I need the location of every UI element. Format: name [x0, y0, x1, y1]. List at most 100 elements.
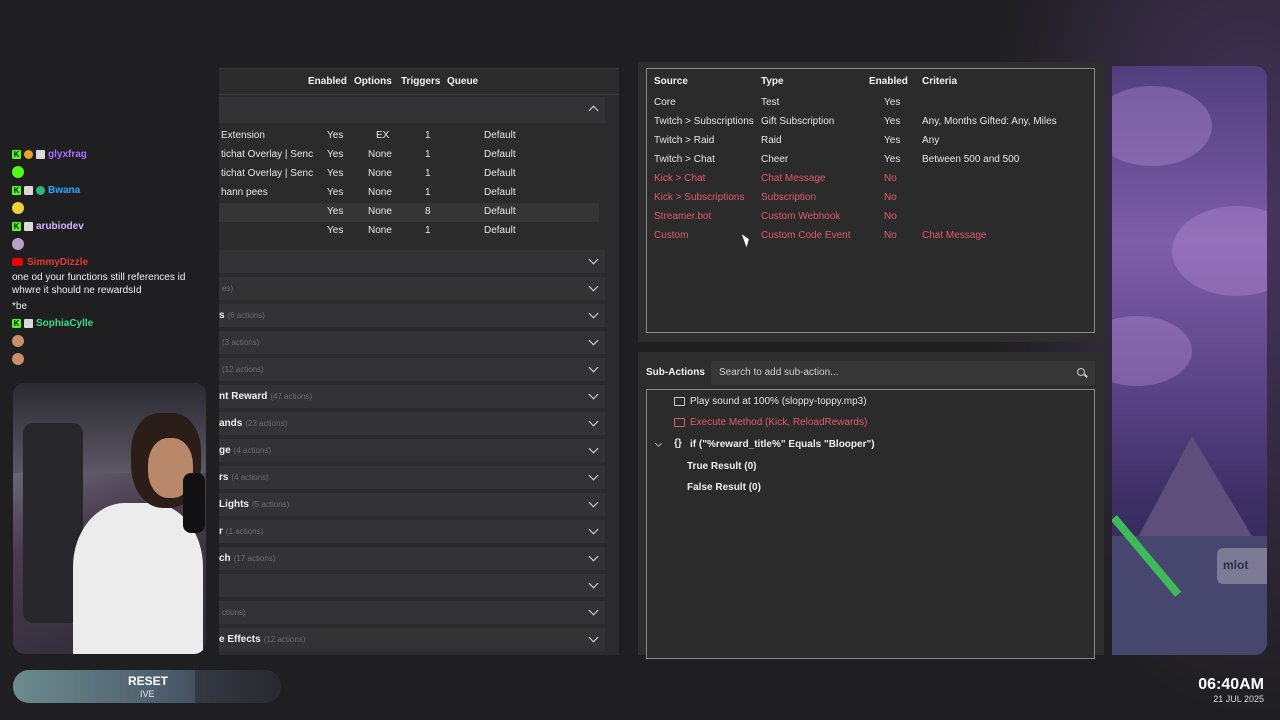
action-row[interactable]: hann pees Yes None 1 Default [219, 184, 599, 203]
chat-username: arubiodev [36, 220, 84, 232]
action-row[interactable]: tichat Overlay | Senc Yes None 1 Default [219, 165, 599, 184]
sub-action-if[interactable]: {} if ("%reward_title%" Equals "Blooper"… [647, 435, 1094, 455]
chevron-up-icon[interactable] [588, 105, 599, 116]
emote-icon [12, 353, 24, 365]
chevron-down-icon[interactable] [654, 439, 663, 448]
sub-badge-icon [36, 149, 45, 159]
trigger-row[interactable]: Twitch > Raid Raid Yes Any [647, 132, 1094, 151]
chevron-down-icon[interactable] [588, 497, 599, 508]
sub-action-item[interactable]: Play sound at 100% (sloppy-toppy.mp3) [647, 392, 1094, 412]
chat-username: Bwana [48, 184, 81, 196]
action-group[interactable] [219, 250, 605, 274]
reset-widget: RESET IVE [13, 670, 281, 703]
trigger-row-disabled[interactable]: Custom Custom Code Event No Chat Message [647, 227, 1094, 246]
chevron-down-icon[interactable] [588, 551, 599, 562]
sub-actions-list: Play sound at 100% (sloppy-toppy.mp3) Ex… [646, 389, 1095, 659]
group-header-expanded[interactable] [219, 97, 605, 123]
action-group[interactable]: r (1 actions) [219, 520, 605, 544]
trigger-row[interactable]: Twitch > Chat Cheer Yes Between 500 and … [647, 151, 1094, 170]
chat-message: one od your functions still references i… [12, 272, 186, 283]
chevron-down-icon[interactable] [588, 335, 599, 346]
braces-icon: {} [674, 438, 682, 449]
action-row[interactable]: Extension Yes EX 1 Default [219, 127, 599, 146]
action-group[interactable]: ch (17 actions) [219, 547, 605, 571]
column-enabled[interactable]: Enabled [869, 76, 908, 87]
chat-message: *be [12, 301, 28, 312]
action-row[interactable]: Yes None 1 Default [219, 222, 599, 241]
chevron-down-icon[interactable] [588, 254, 599, 265]
game-sign: mlot [1217, 548, 1267, 584]
column-criteria[interactable]: Criteria [922, 76, 957, 87]
chevron-down-icon[interactable] [588, 632, 599, 643]
reset-label: RESET [128, 674, 169, 688]
sub-badge-icon [24, 318, 33, 328]
action-group[interactable]: (12 actions) [219, 358, 605, 382]
chat-username: SimmyDizzle [27, 256, 89, 268]
chevron-down-icon[interactable] [588, 470, 599, 481]
reset-sublabel: IVE [140, 689, 155, 699]
column-type[interactable]: Type [761, 76, 784, 87]
chevron-down-icon[interactable] [588, 524, 599, 535]
action-row[interactable]: tichat Overlay | Senc Yes None 1 Default [219, 146, 599, 165]
action-group[interactable]: nt Reward (47 actions) [219, 385, 605, 409]
chevron-down-icon[interactable] [588, 308, 599, 319]
kick-badge-icon: K [12, 221, 21, 231]
youtube-icon [12, 258, 23, 266]
method-icon [674, 418, 685, 427]
kick-badge-icon: K [12, 185, 21, 195]
clock-widget: 06:40AM 21 JUL 2025 [1198, 676, 1264, 704]
actions-panel: Enabled Options Triggers Queue Extension… [219, 68, 619, 655]
emote-icon [12, 202, 24, 214]
sub-actions-title: Sub-Actions [646, 367, 705, 378]
chat-line [12, 163, 212, 181]
search-placeholder: Search to add sub-action... [719, 367, 839, 378]
column-triggers[interactable]: Triggers [401, 76, 440, 87]
microphone-icon [183, 473, 205, 533]
game-cloud [1172, 206, 1267, 296]
action-group[interactable]: Lights (5 actions) [219, 493, 605, 517]
action-group[interactable]: es) [219, 277, 605, 301]
action-group[interactable]: rs (4 actions) [219, 466, 605, 490]
kick-badge-icon: K [12, 318, 21, 328]
game-cloud [1112, 316, 1192, 386]
action-group[interactable]: s (6 actions) [219, 304, 605, 328]
search-icon[interactable] [1077, 368, 1085, 376]
column-enabled[interactable]: Enabled [308, 76, 347, 87]
chevron-down-icon[interactable] [588, 389, 599, 400]
action-group[interactable] [219, 574, 605, 598]
chevron-down-icon[interactable] [588, 281, 599, 292]
sub-action-false-result[interactable]: False Result (0) [647, 478, 1094, 498]
action-group[interactable]: e Effects (12 actions) [219, 628, 605, 652]
sub-badge-icon [24, 221, 33, 231]
chat-line [12, 199, 212, 217]
chat-username: glyxfrag [48, 148, 87, 160]
chevron-down-icon[interactable] [588, 416, 599, 427]
chevron-down-icon[interactable] [588, 362, 599, 373]
clock-time: 06:40AM [1198, 676, 1264, 693]
chevron-down-icon[interactable] [588, 578, 599, 589]
action-row-selected[interactable]: Yes None 8 Default [219, 203, 599, 222]
action-group[interactable]: ands (23 actions) [219, 412, 605, 436]
column-source[interactable]: Source [654, 76, 688, 87]
trigger-row-disabled[interactable]: Kick > Chat Chat Message No [647, 170, 1094, 189]
clock-date: 21 JUL 2025 [1213, 694, 1264, 704]
trigger-row-disabled[interactable]: Kick > Subscriptions Subscription No [647, 189, 1094, 208]
column-queue[interactable]: Queue [447, 76, 478, 87]
verified-badge-icon [36, 185, 45, 195]
chevron-down-icon[interactable] [588, 443, 599, 454]
chat-overlay: K glyxfrag K Bwana K arubiodev SimmyDizz… [12, 145, 212, 368]
trigger-row[interactable]: Core Test Yes [647, 94, 1094, 113]
column-options[interactable]: Options [354, 76, 392, 87]
chat-line [12, 332, 212, 350]
sub-action-item-disabled[interactable]: Execute Method (Kick, ReloadRewards) [647, 413, 1094, 433]
trigger-row[interactable]: Twitch > Subscriptions Gift Subscription… [647, 113, 1094, 132]
sub-action-search-input[interactable]: Search to add sub-action... [711, 361, 1095, 385]
chat-username: SophiaCylle [36, 317, 94, 329]
action-group[interactable]: (3 actions) [219, 331, 605, 355]
sub-action-true-result[interactable]: True Result (0) [647, 457, 1094, 477]
chat-line [12, 350, 212, 368]
chevron-down-icon[interactable] [588, 605, 599, 616]
action-group[interactable]: ge (4 actions) [219, 439, 605, 463]
trigger-row-disabled[interactable]: Streamer.bot Custom Webhook No [647, 208, 1094, 227]
action-group[interactable]: ctions) [219, 601, 605, 625]
